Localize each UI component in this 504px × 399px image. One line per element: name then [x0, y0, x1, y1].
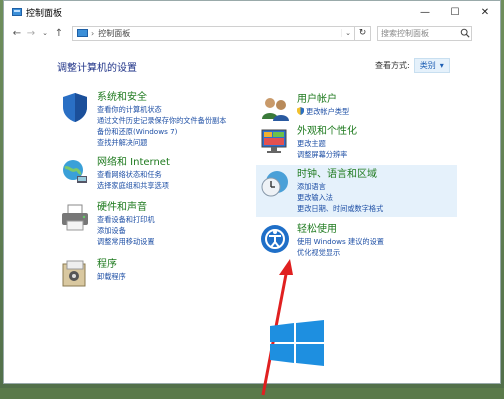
link[interactable]: 选择家庭组和共享选项	[97, 180, 170, 191]
category-title[interactable]: 硬件和声音	[97, 201, 155, 214]
view-by-dropdown[interactable]: 类别 ▾	[413, 58, 450, 73]
network-globe-icon	[63, 160, 87, 183]
category-title[interactable]: 系统和安全	[97, 91, 226, 104]
category-title[interactable]: 时钟、语言和区域	[297, 168, 383, 181]
users-icon	[262, 98, 289, 121]
link[interactable]: 更改输入法	[297, 192, 383, 203]
link[interactable]: 更改日期、时间或数字格式	[297, 203, 383, 214]
link[interactable]: 通过文件历史记录保存你的文件备份副本	[97, 115, 226, 126]
up-button[interactable]: ↑	[52, 28, 66, 39]
chevron-down-icon: ▾	[439, 61, 444, 70]
programs-icon	[62, 260, 86, 287]
search-icon[interactable]	[459, 28, 471, 38]
search-input[interactable]: 搜索控制面板	[381, 28, 459, 39]
close-button[interactable]: ✕	[470, 1, 500, 23]
link-label: 更改帐户类型	[306, 107, 350, 116]
link[interactable]: 查看网络状态和任务	[97, 169, 170, 180]
view-by-label: 查看方式:	[375, 61, 410, 70]
control-panel-icon	[77, 29, 88, 37]
maximize-button[interactable]: ☐	[440, 1, 470, 23]
category-system-security: 系统和安全 查看你的计算机状态 通过文件历史记录保存你的文件备份副本 备份和还原…	[59, 91, 226, 148]
watermark-brand: Win10 之家 www.win10xitong.com	[268, 310, 498, 376]
window-title: 控制面板	[26, 8, 63, 19]
breadcrumb-separator: ›	[91, 28, 95, 38]
address-bar[interactable]: › 控制面板 ⌄	[72, 25, 355, 41]
breadcrumb-control-panel[interactable]: 控制面板	[98, 28, 341, 39]
shield-icon	[63, 93, 87, 122]
clock-globe-icon	[261, 171, 288, 197]
control-panel-icon	[12, 7, 22, 16]
printer-icon	[62, 204, 88, 231]
windows-logo-icon	[270, 320, 324, 366]
ease-of-access-icon	[261, 225, 289, 253]
category-programs: 程序 卸载程序	[59, 258, 126, 290]
category-title[interactable]: 用户帐户	[297, 93, 349, 106]
forward-button[interactable]: →	[24, 28, 38, 39]
link[interactable]: 调整常用移动设置	[97, 236, 155, 247]
link[interactable]: 卸载程序	[97, 271, 126, 282]
link[interactable]: 查找并解决问题	[97, 137, 226, 148]
link[interactable]: 优化视觉显示	[297, 247, 384, 258]
view-by: 查看方式: 类别 ▾	[375, 58, 450, 73]
link-with-shield[interactable]: 更改帐户类型	[297, 106, 349, 117]
link[interactable]: 查看设备和打印机	[97, 214, 155, 225]
brand-name: Win10 之家	[334, 322, 480, 353]
back-button[interactable]: ←	[10, 28, 24, 39]
category-appearance: 外观和个性化 更改主题 调整屏幕分辨率	[259, 125, 357, 160]
page-heading: 调整计算机的设置	[57, 63, 137, 74]
category-title[interactable]: 外观和个性化	[297, 125, 357, 138]
category-clock-language-region: 时钟、语言和区域 添加语言 更改输入法 更改日期、时间或数字格式	[256, 165, 457, 217]
appearance-icon	[261, 129, 287, 153]
link[interactable]: 调整屏幕分辨率	[297, 149, 357, 160]
refresh-button[interactable]: ↻	[355, 25, 371, 41]
category-user-accounts: 用户帐户 更改帐户类型	[259, 93, 349, 125]
recent-locations-button[interactable]: ⌄	[38, 29, 52, 37]
link[interactable]: 添加语言	[297, 181, 383, 192]
category-network-internet: 网络和 Internet 查看网络状态和任务 选择家庭组和共享选项	[59, 156, 170, 191]
navigation-bar: ← → ⌄ ↑ › 控制面板 ⌄ ↻ 搜索控制面板	[4, 23, 500, 43]
link[interactable]: 备份和还原(Windows 7)	[97, 126, 226, 137]
category-ease-of-access: 轻松使用 使用 Windows 建议的设置 优化视觉显示	[259, 223, 384, 258]
link[interactable]: 使用 Windows 建议的设置	[297, 236, 384, 247]
brand-url: www.win10xitong.com	[334, 353, 423, 363]
view-by-value: 类别	[419, 61, 436, 70]
uac-shield-icon	[297, 107, 304, 115]
category-title[interactable]: 轻松使用	[297, 223, 384, 236]
link[interactable]: 添加设备	[97, 225, 155, 236]
category-hardware-sound: 硬件和声音 查看设备和打印机 添加设备 调整常用移动设置	[59, 201, 155, 247]
minimize-button[interactable]: —	[410, 1, 440, 23]
link[interactable]: 更改主题	[297, 138, 357, 149]
category-title[interactable]: 网络和 Internet	[97, 156, 170, 169]
address-dropdown-button[interactable]: ⌄	[341, 29, 354, 37]
category-title[interactable]: 程序	[97, 258, 126, 271]
link[interactable]: 查看你的计算机状态	[97, 104, 226, 115]
title-bar: 控制面板 — ☐ ✕	[4, 1, 500, 23]
search-box[interactable]: 搜索控制面板	[377, 25, 472, 41]
